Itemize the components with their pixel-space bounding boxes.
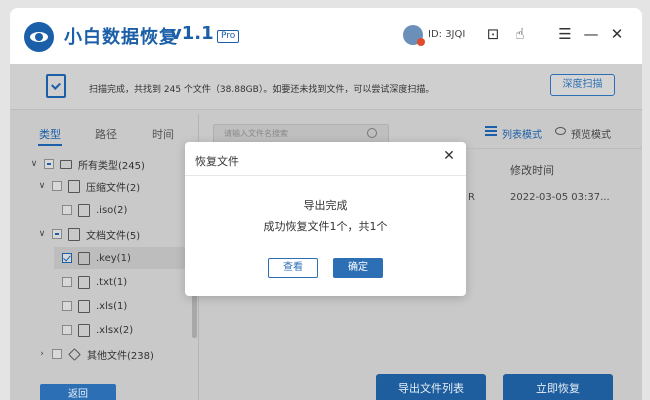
- title-bar: 小白数据恢复 v1.1 Pro ID: 3JQI ⊡ ☝ ☰ — ✕: [10, 8, 642, 64]
- dialog-divider: [185, 175, 466, 176]
- tree-item-label: .txt(1): [96, 276, 128, 288]
- tab-time[interactable]: 时间: [152, 126, 174, 142]
- checkbox[interactable]: [44, 159, 54, 169]
- tree-item-label: .xls(1): [96, 300, 128, 312]
- app-title: 小白数据恢复: [64, 27, 178, 48]
- tab-path[interactable]: 路径: [95, 126, 117, 142]
- checkbox[interactable]: [62, 253, 72, 263]
- diamond-icon: [68, 347, 81, 361]
- tree-item-label: .key(1): [96, 252, 131, 264]
- deep-scan-button[interactable]: 深度扫描: [550, 74, 615, 96]
- tab-underline: [38, 144, 62, 146]
- menu-icon[interactable]: ☰: [555, 24, 575, 44]
- cell-modified-time: 2022-03-05 03:37...: [510, 192, 610, 203]
- tree-item-other[interactable]: › 其他文件(238): [36, 343, 192, 365]
- document-icon: [78, 275, 90, 289]
- close-icon[interactable]: ✕: [607, 24, 627, 44]
- file-icon: [78, 203, 90, 217]
- tree-item-label: 其他文件(238): [87, 350, 154, 362]
- recover-now-button[interactable]: 立即恢复: [503, 374, 613, 400]
- search-icon[interactable]: [367, 128, 377, 138]
- document-check-icon: [46, 74, 66, 98]
- document-icon: [78, 323, 90, 337]
- list-view-icon[interactable]: [485, 126, 497, 136]
- scan-result-text: 扫描完成，共找到 245 个文件（38.88GB）。如要还未找到文件，可以尝试深…: [89, 85, 435, 95]
- tree-item-archives[interactable]: ∨ 压缩文件(2): [36, 175, 192, 197]
- preview-mode-button[interactable]: 预览模式: [571, 126, 611, 141]
- document-icon: [78, 299, 90, 313]
- view-button[interactable]: 查看: [268, 258, 318, 278]
- tree-item-key[interactable]: .key(1): [54, 247, 192, 269]
- tree-item-label: .xlsx(2): [96, 324, 134, 336]
- eye-icon[interactable]: [555, 127, 566, 135]
- checkbox[interactable]: [62, 205, 72, 215]
- chevron-down-icon[interactable]: ∨: [28, 159, 40, 169]
- back-button[interactable]: 返回: [40, 384, 116, 400]
- pro-badge: Pro: [217, 30, 240, 43]
- chevron-down-icon[interactable]: ∨: [36, 229, 48, 239]
- document-icon: [68, 227, 80, 241]
- search-input[interactable]: 请输入文件名搜索: [213, 124, 389, 144]
- tree-item-label: 所有类型(245): [78, 160, 145, 172]
- drive-icon: [60, 159, 72, 169]
- checkbox[interactable]: [52, 349, 62, 359]
- chevron-down-icon[interactable]: ∨: [36, 181, 48, 191]
- robot-icon[interactable]: ⊡: [483, 24, 503, 44]
- document-icon: [78, 251, 90, 265]
- tree-item-iso[interactable]: .iso(2): [58, 199, 192, 221]
- ok-button[interactable]: 确定: [333, 258, 383, 278]
- recover-dialog: 恢复文件 ✕ 导出完成 成功恢复文件1个，共1个 查看 确定: [185, 142, 466, 296]
- tree-item-xls[interactable]: .xls(1): [58, 295, 192, 317]
- app-version: v1.1: [170, 23, 214, 44]
- hand-pointer-icon[interactable]: ☝: [510, 24, 530, 44]
- tree-item-label: .iso(2): [96, 204, 128, 216]
- tree-item-label: 压缩文件(2): [86, 182, 141, 194]
- checkbox[interactable]: [52, 181, 62, 191]
- checkbox[interactable]: [62, 325, 72, 335]
- checkbox[interactable]: [52, 229, 62, 239]
- export-list-button[interactable]: 导出文件列表: [376, 374, 486, 400]
- dialog-message-detail: 成功恢复文件1个，共1个: [263, 220, 388, 233]
- column-modified-time[interactable]: 修改时间: [510, 162, 554, 178]
- archive-icon: [68, 179, 80, 193]
- list-mode-button[interactable]: 列表模式: [502, 126, 542, 141]
- tree-item-label: 文档文件(5): [86, 230, 141, 242]
- tree-item-documents[interactable]: ∨ 文档文件(5): [36, 223, 192, 245]
- minimize-icon[interactable]: —: [581, 24, 601, 44]
- user-id: ID: 3JQI: [428, 29, 466, 40]
- checkbox[interactable]: [62, 301, 72, 311]
- dialog-message-title: 导出完成: [303, 199, 348, 212]
- user-avatar-icon[interactable]: [403, 25, 425, 46]
- tree-item-txt[interactable]: .txt(1): [58, 271, 192, 293]
- chevron-right-icon[interactable]: ›: [36, 349, 48, 359]
- app-logo-icon: [24, 22, 54, 52]
- tree-item-all-types[interactable]: ∨ 所有类型(245): [28, 153, 192, 175]
- cell-type: R: [468, 192, 475, 203]
- scan-banner: 扫描完成，共找到 245 个文件（38.88GB）。如要还未找到文件，可以尝试深…: [10, 64, 642, 110]
- tab-type[interactable]: 类型: [39, 126, 61, 142]
- close-icon[interactable]: ✕: [441, 148, 457, 164]
- tree-item-xlsx[interactable]: .xlsx(2): [58, 319, 192, 341]
- checkbox[interactable]: [62, 277, 72, 287]
- dialog-title: 恢复文件: [195, 155, 239, 168]
